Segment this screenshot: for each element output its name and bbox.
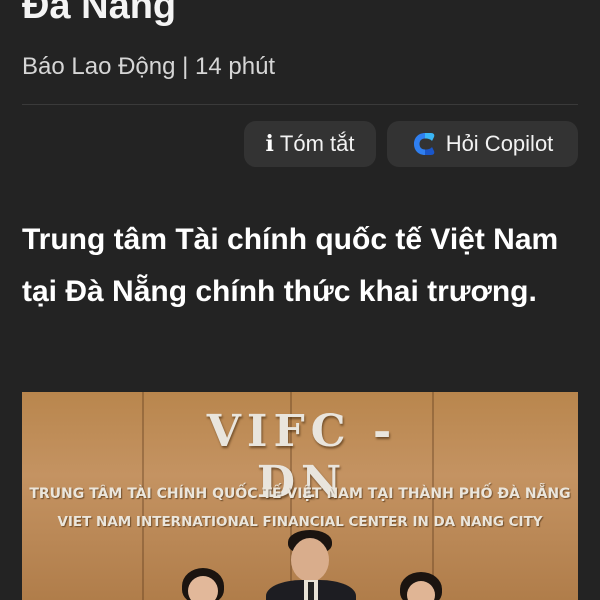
person-left	[178, 568, 228, 600]
ask-copilot-label: Hỏi Copilot	[445, 131, 554, 156]
summary-button[interactable]: i Tóm tắt	[244, 121, 376, 167]
info-icon: i	[265, 131, 274, 157]
article-headline: Trung tâm Tài chính quốc tế Việt Nam tại…	[22, 223, 559, 308]
article-source-time[interactable]: Báo Lao Động | 14 phút	[22, 52, 275, 82]
divider	[22, 104, 578, 105]
summary-button-label: Tóm tắt	[279, 131, 355, 156]
ask-copilot-button[interactable]: Hỏi Copilot	[387, 121, 578, 167]
person-right	[398, 572, 444, 600]
sign-line-vietnamese: TRUNG TÂM TÀI CHÍNH QUỐC TẾ VIỆT NAM TẠI…	[29, 486, 571, 502]
article-title: Đà Nẵng	[22, 0, 177, 27]
person-center	[266, 530, 356, 600]
sign-line-english: VIET NAM INTERNATIONAL FINANCIAL CENTER …	[57, 514, 543, 530]
copilot-icon	[412, 131, 438, 157]
article-photo[interactable]: VIFC - DN TRUNG TÂM TÀI CHÍNH QUỐC TẾ VI…	[22, 392, 578, 600]
